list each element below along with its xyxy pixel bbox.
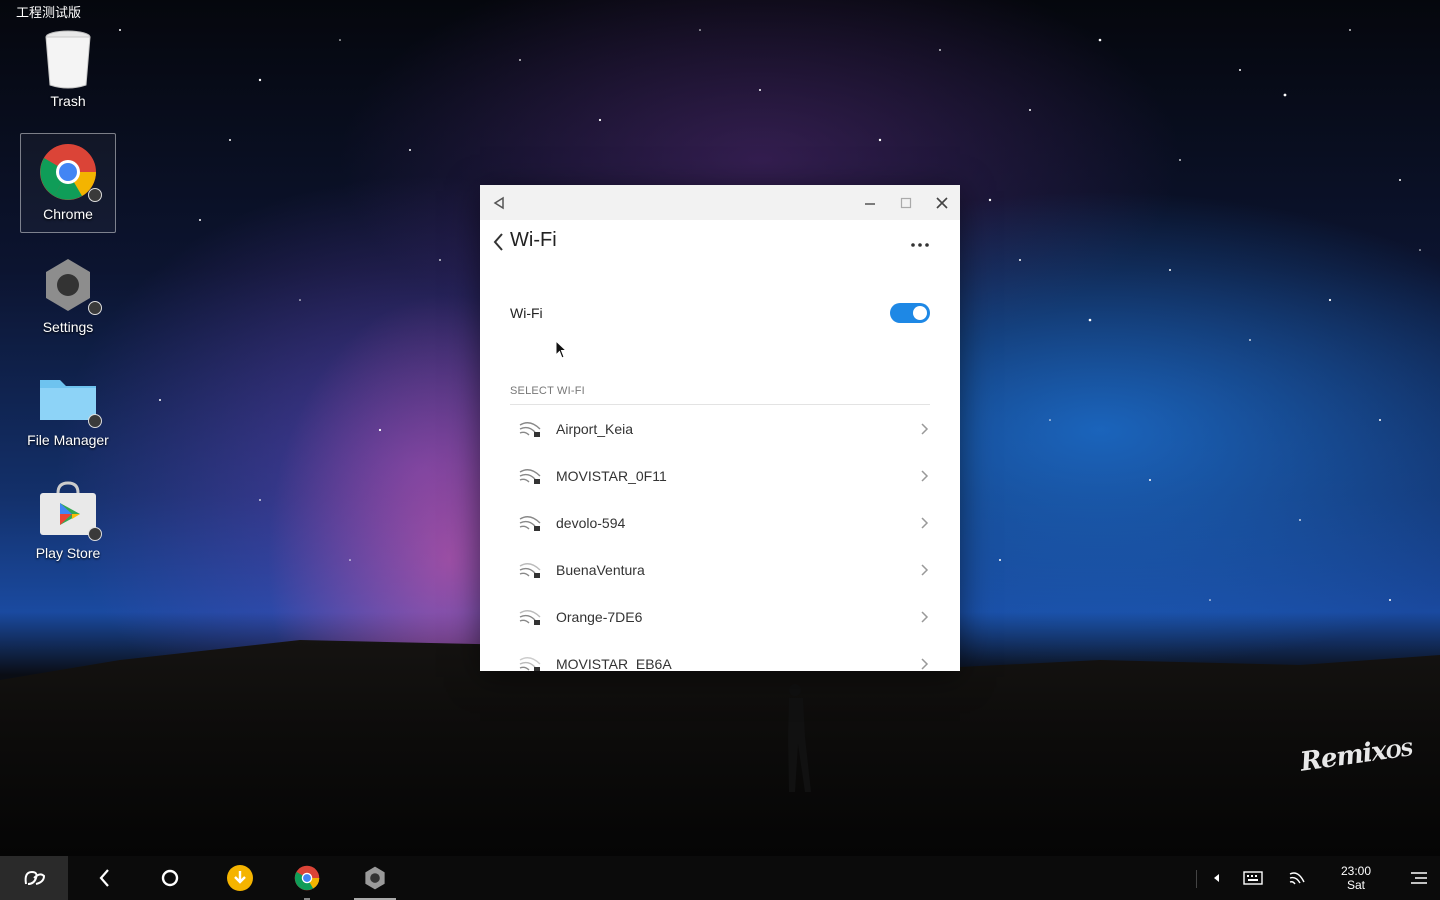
desktop-icon-label: Trash [50, 93, 86, 109]
triangle-back-icon [493, 196, 504, 210]
chevron-right-icon [921, 469, 929, 482]
wifi-signal-locked-icon [519, 609, 541, 625]
taskbar: 23:00 Sat [0, 856, 1440, 900]
network-row[interactable]: MOVISTAR_EB6A [510, 640, 930, 671]
notification-center-button[interactable] [1404, 856, 1434, 900]
shortcut-arrow-icon [88, 527, 102, 541]
close-button[interactable] [933, 194, 951, 212]
network-name: MOVISTAR_EB6A [556, 655, 672, 672]
wifi-signal-locked-icon [519, 468, 541, 484]
tray-expand-button[interactable] [1206, 856, 1226, 900]
nav-back-button[interactable] [492, 232, 508, 252]
shortcut-arrow-icon [88, 301, 102, 315]
network-name: Orange-7DE6 [556, 608, 643, 625]
chevron-right-icon [921, 657, 929, 670]
network-name: devolo-594 [556, 514, 626, 531]
wifi-tray-button[interactable] [1282, 856, 1312, 900]
wifi-signal-locked-icon [519, 562, 541, 578]
desktop-icon-settings[interactable]: Settings [20, 246, 116, 346]
overflow-menu-button[interactable] [908, 238, 932, 252]
keyboard-tray-button[interactable] [1238, 856, 1268, 900]
chevron-right-icon [921, 422, 929, 435]
taskbar-app-settings[interactable] [354, 856, 396, 900]
desktop-icon-label: File Manager [27, 432, 109, 448]
build-label: 工程测试版 [16, 5, 82, 20]
settings-gear-icon [365, 866, 385, 890]
more-horizontal-icon [911, 243, 929, 247]
window-back-button[interactable] [490, 194, 508, 212]
chrome-icon [294, 865, 320, 891]
wifi-signal-locked-icon [519, 515, 541, 531]
play-store-icon [36, 479, 102, 543]
mouse-cursor-icon [555, 340, 568, 359]
landscape-ground [0, 640, 1440, 856]
chevron-right-icon [921, 610, 929, 623]
desktop-icon-label: Settings [42, 319, 94, 335]
desktop-icon-chrome[interactable]: Chrome [20, 133, 116, 233]
chevron-right-icon [921, 563, 929, 576]
close-icon [936, 197, 948, 209]
maximize-icon [900, 197, 912, 209]
desktop-icon-label: Play Store [35, 545, 101, 561]
network-row[interactable]: MOVISTAR_0F11 [510, 452, 930, 499]
keyboard-icon [1243, 871, 1263, 885]
tray-divider [1196, 870, 1197, 888]
maximize-button[interactable] [897, 194, 915, 212]
minimize-icon [865, 203, 875, 205]
wifi-toggle-label: Wi-Fi [510, 305, 543, 321]
shortcut-arrow-icon [88, 188, 102, 202]
network-row[interactable]: devolo-594 [510, 499, 930, 546]
desktop-icon-play-store[interactable]: Play Store [20, 472, 116, 572]
nav-back-taskbar-button[interactable] [84, 856, 124, 900]
network-row[interactable]: BuenaVentura [510, 546, 930, 593]
person-silhouette [788, 684, 811, 792]
wifi-signal-locked-icon [519, 421, 541, 437]
home-button[interactable] [150, 856, 190, 900]
remix-logo-icon [24, 870, 46, 885]
page-title: Wi-Fi [510, 229, 557, 251]
switch-knob [913, 306, 927, 320]
network-name: Airport_Keia [556, 420, 634, 437]
wifi-toggle-row: Wi-Fi [510, 295, 930, 331]
wifi-signal-icon [1289, 872, 1305, 885]
wifi-toggle-switch[interactable] [890, 303, 930, 323]
clock-day: Sat [1346, 878, 1365, 892]
taskbar-app-chrome[interactable] [287, 856, 327, 900]
section-header: SELECT WI-FI [510, 385, 930, 405]
window-titlebar[interactable] [480, 185, 960, 220]
start-menu-button[interactable] [0, 856, 68, 900]
wifi-settings-window: Wi-Fi Wi-Fi SELECT WI-FI Airport_Keia MO… [480, 185, 960, 671]
network-row[interactable]: Airport_Keia [510, 405, 930, 452]
clock-time: 23:00 [1340, 864, 1372, 878]
desktop-icon-label: Chrome [43, 206, 93, 222]
taskbar-app-downloader[interactable] [220, 856, 260, 900]
desktop-icon-trash[interactable]: Trash [20, 20, 116, 120]
desktop-icon-file-manager[interactable]: File Manager [20, 359, 116, 459]
home-circle-icon [161, 869, 179, 887]
network-row[interactable]: Orange-7DE6 [510, 593, 930, 640]
settings-gear-icon [36, 253, 102, 317]
caret-left-icon [1214, 874, 1219, 882]
chrome-icon [36, 140, 102, 204]
network-name: MOVISTAR_0F11 [556, 467, 667, 484]
app-bar: Wi-Fi [480, 220, 960, 270]
network-name: BuenaVentura [556, 561, 645, 578]
notifications-list-icon [1411, 872, 1427, 884]
chevron-left-icon [493, 233, 503, 251]
wifi-signal-locked-icon [519, 656, 541, 671]
chevron-left-icon [99, 869, 109, 887]
taskbar-clock[interactable]: 23:00 Sat [1326, 864, 1386, 892]
folder-icon [36, 366, 102, 430]
shortcut-arrow-icon [88, 414, 102, 428]
minimize-button[interactable] [861, 194, 879, 212]
chevron-right-icon [921, 516, 929, 529]
download-icon [227, 865, 253, 891]
network-list: Airport_Keia MOVISTAR_0F11 devolo-594 Bu… [510, 405, 930, 671]
trash-icon [45, 30, 91, 89]
